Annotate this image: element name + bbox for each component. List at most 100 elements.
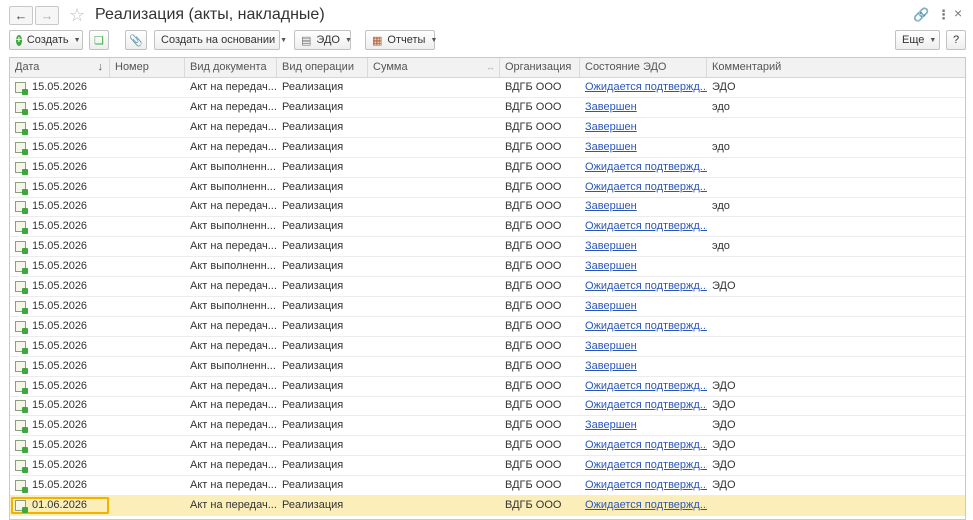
cell-edo[interactable]: Ожидается подтвержд...: [580, 178, 707, 197]
table-row[interactable]: 15.05.2026 Акт выполненн... Реализация ВДГБ…: [10, 217, 965, 238]
column-header-date[interactable]: Дата ↓: [10, 58, 110, 77]
link-icon[interactable]: 🔗: [913, 7, 929, 23]
table-row[interactable]: 15.05.2026 Акт выполненн... Реализация ВДГБ…: [10, 257, 965, 278]
table-row[interactable]: 15.05.2026 Акт на передач... Реализация ВДГ…: [10, 377, 965, 397]
table-row[interactable]: 15.05.2026 Акт на передач... Реализация ВДГ…: [10, 476, 965, 496]
table-row[interactable]: 15.05.2026 Акт на передач... Реализация ВДГ…: [10, 337, 965, 357]
cell-edo[interactable]: Завершен: [580, 118, 707, 137]
column-header-number[interactable]: Номер: [110, 58, 185, 77]
create-based-button[interactable]: Создать на основании ▼: [154, 30, 287, 50]
edo-status-link[interactable]: Завершен: [585, 141, 637, 153]
cell-edo[interactable]: Завершен: [580, 297, 707, 316]
help-button[interactable]: ?: [946, 30, 966, 50]
edo-button[interactable]: ▤ ЭДО ▼: [294, 30, 352, 50]
cell-text: Акт на передач...: [190, 419, 277, 432]
help-label: ?: [952, 34, 960, 46]
arrow-right-icon: →: [40, 8, 54, 23]
table-row[interactable]: 15.05.2026 Акт на передач... Реализация ВДГ…: [10, 237, 965, 258]
cell-edo[interactable]: Ожидается подтвержд...: [580, 496, 707, 515]
cell-edo[interactable]: Завершен: [580, 237, 707, 256]
edo-status-link[interactable]: Ожидается подтвержд...: [585, 380, 707, 392]
cell-edo[interactable]: Ожидается подтвержд...: [580, 436, 707, 455]
cell-edo[interactable]: Ожидается подтвержд...: [580, 217, 707, 236]
cell-edo[interactable]: Ожидается подтвержд...: [580, 456, 707, 475]
more-vertical-icon[interactable]: ⋮: [937, 7, 950, 23]
close-icon[interactable]: ×: [954, 5, 962, 21]
table-row[interactable]: 01.06.2026 Акт на передач... Реализация ВДГ…: [10, 495, 965, 516]
edo-status-link[interactable]: Ожидается подтвержд...: [585, 220, 707, 232]
table-row[interactable]: 15.05.2026 Акт на передач... Реализация ВДГ…: [10, 416, 965, 437]
forward-button[interactable]: →: [35, 6, 59, 25]
table-row[interactable]: 15.05.2026 Акт на передач... Реализация ВДГ…: [10, 317, 965, 337]
cell-edo[interactable]: Ожидается подтвержд...: [580, 277, 707, 296]
table-row[interactable]: 15.05.2026 Акт на передач... Реализация ВДГ…: [10, 138, 965, 158]
column-header-doc-type[interactable]: Вид документа: [185, 58, 277, 77]
table-row[interactable]: 15.05.2026 Акт на передач... Реализация ВДГ…: [10, 277, 965, 297]
table-row[interactable]: 15.05.2026 Акт на передач... Реализация ВДГ…: [10, 197, 965, 218]
edo-status-link[interactable]: Завершен: [585, 121, 637, 133]
cell-edo[interactable]: Завершен: [580, 257, 707, 276]
table-row[interactable]: 15.05.2026 Акт выполненн... Реализация ВДГБ…: [10, 178, 965, 198]
edo-status-link[interactable]: Завершен: [585, 240, 637, 252]
cell-org: ВДГБ ООО: [500, 138, 580, 157]
cell-comment: [707, 337, 965, 356]
edo-status-link[interactable]: Завершен: [585, 360, 637, 372]
column-header-edo-status[interactable]: Состояние ЭДО: [580, 58, 707, 77]
edo-status-link[interactable]: Завершен: [585, 300, 637, 312]
table-row[interactable]: 15.05.2026 Акт на передач... Реализация ВДГ…: [10, 436, 965, 457]
cell-edo[interactable]: Ожидается подтвержд...: [580, 158, 707, 177]
column-header-sum[interactable]: Сумма ↔: [368, 58, 500, 77]
table-row[interactable]: 15.05.2026 Акт выполненн... Реализация ВДГБ…: [10, 158, 965, 178]
edo-status-link[interactable]: Ожидается подтвержд...: [585, 499, 707, 511]
table-row[interactable]: 15.05.2026 Акт на передач... Реализация ВДГ…: [10, 396, 965, 417]
cell-edo[interactable]: Ожидается подтвержд...: [580, 377, 707, 396]
column-header-organization[interactable]: Организация: [500, 58, 580, 77]
edo-status-link[interactable]: Завершен: [585, 200, 637, 212]
cell-edo[interactable]: Ожидается подтвержд...: [580, 476, 707, 495]
cell-text: Акт на передач...: [190, 81, 277, 93]
reports-button[interactable]: ▦ Отчеты ▼: [365, 30, 437, 50]
cell-edo[interactable]: Ожидается подтвержд...: [580, 396, 707, 415]
table-row[interactable]: 15.05.2026 Акт на передач... Реализация ВДГ…: [10, 118, 965, 138]
column-header-comment[interactable]: Комментарий: [707, 58, 965, 77]
edo-status-link[interactable]: Ожидается подтвержд...: [585, 181, 707, 193]
attach-button[interactable]: 📎: [125, 30, 147, 50]
cell-edo[interactable]: Завершен: [580, 357, 707, 376]
favorite-star-icon[interactable]: ☆: [69, 5, 85, 25]
cell-doc: Акт выполненн...: [185, 257, 277, 276]
edo-status-link[interactable]: Ожидается подтвержд...: [585, 161, 707, 173]
edo-status-link[interactable]: Завершен: [585, 101, 637, 113]
table-row[interactable]: 15.05.2026 Акт на передач... Реализация ВДГ…: [10, 456, 965, 477]
cell-edo[interactable]: Завершен: [580, 337, 707, 356]
cell-edo[interactable]: Завершен: [580, 98, 707, 117]
cell-edo[interactable]: Ожидается подтвержд...: [580, 317, 707, 336]
edo-status-link[interactable]: Ожидается подтвержд...: [585, 479, 707, 491]
table-row[interactable]: 15.05.2026 Акт выполненн... Реализация ВДГБ…: [10, 357, 965, 377]
table-row[interactable]: 15.05.2026 Акт на передач... Реализация ВДГ…: [10, 78, 965, 98]
posted-document-icon: [15, 480, 28, 493]
cell-text: Акт на передач...: [190, 339, 277, 352]
cell-edo[interactable]: Ожидается подтвержд...: [580, 78, 707, 97]
cell-edo[interactable]: Завершен: [580, 197, 707, 216]
edo-status-link[interactable]: Ожидается подтвержд...: [585, 399, 707, 411]
edo-label: ЭДО: [316, 34, 340, 46]
edo-status-link[interactable]: Завершен: [585, 260, 637, 272]
edo-status-link[interactable]: Ожидается подтвержд...: [585, 320, 707, 332]
cell-edo[interactable]: Завершен: [580, 416, 707, 435]
column-header-operation[interactable]: Вид операции: [277, 58, 368, 77]
edo-status-link[interactable]: Ожидается подтвержд...: [585, 439, 707, 451]
more-button[interactable]: Еще ▼: [895, 30, 940, 50]
cell-edo[interactable]: Завершен: [580, 138, 707, 157]
edo-status-link[interactable]: Завершен: [585, 419, 637, 431]
cell-text: ВДГБ ООО: [505, 140, 562, 153]
copy-button[interactable]: ❏: [89, 30, 109, 50]
edo-status-link[interactable]: Ожидается подтвержд...: [585, 81, 707, 93]
back-button[interactable]: ←: [9, 6, 33, 25]
edo-status-link[interactable]: Завершен: [585, 340, 637, 352]
edo-status-link[interactable]: Ожидается подтвержд...: [585, 280, 707, 292]
column-header-label: Сумма: [373, 61, 408, 73]
edo-status-link[interactable]: Ожидается подтвержд...: [585, 459, 707, 471]
table-row[interactable]: 15.05.2026 Акт выполненн... Реализация ВДГБ…: [10, 297, 965, 317]
create-button[interactable]: + Создать ▼: [9, 30, 83, 50]
table-row[interactable]: 15.05.2026 Акт на передач... Реализация ВДГ…: [10, 98, 965, 118]
